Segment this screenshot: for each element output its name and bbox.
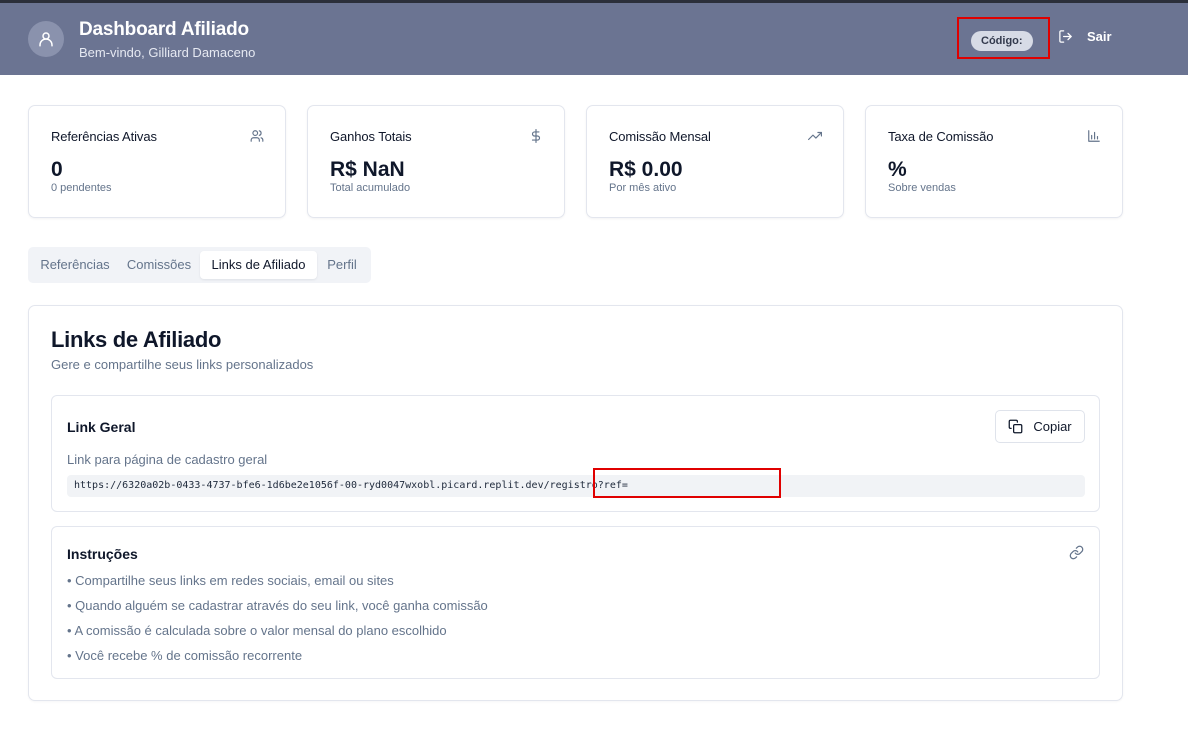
ref-param-highlight-box xyxy=(593,468,781,498)
stat-note: Por mês ativo xyxy=(609,182,677,194)
tab-comissoes[interactable]: Comissões xyxy=(120,251,198,279)
stat-value: R$ 0.00 xyxy=(609,158,683,181)
log-out-icon xyxy=(1059,30,1072,43)
general-link-title: Link Geral xyxy=(67,419,136,435)
stat-card-total-earnings: Ganhos Totais R$ NaN Total acumulado xyxy=(307,105,565,218)
copy-label: Copiar xyxy=(1033,419,1072,434)
stat-note: 0 pendentes xyxy=(51,182,112,194)
stat-label: Comissão Mensal xyxy=(609,129,711,144)
stat-label: Taxa de Comissão xyxy=(888,129,994,144)
affiliate-links-panel: Links de Afiliado Gere e compartilhe seu… xyxy=(28,305,1123,701)
user-icon xyxy=(39,32,53,47)
avatar xyxy=(28,21,64,57)
stat-label: Referências Ativas xyxy=(51,129,157,144)
stat-note: Sobre vendas xyxy=(888,182,956,194)
copy-icon xyxy=(1008,419,1023,434)
list-item: • A comissão é calculada sobre o valor m… xyxy=(67,623,447,638)
stat-card-monthly-commission: Comissão Mensal R$ 0.00 Por mês ativo xyxy=(586,105,844,218)
general-link-description: Link para página de cadastro geral xyxy=(67,452,268,467)
list-item: • Compartilhe seus links em redes sociai… xyxy=(67,573,394,588)
list-item: • Quando alguém se cadastrar através do … xyxy=(67,598,488,613)
instructions-list: • Compartilhe seus links em redes sociai… xyxy=(67,572,488,672)
stat-value: R$ NaN xyxy=(330,158,405,181)
tab-perfil[interactable]: Perfil xyxy=(319,251,365,279)
section-subtitle: Gere e compartilhe seus links personaliz… xyxy=(51,357,314,372)
link-icon xyxy=(1069,545,1084,560)
logout-button[interactable]: Sair xyxy=(1058,29,1112,44)
section-title: Links de Afiliado xyxy=(51,327,222,352)
bar-chart-icon xyxy=(1088,130,1100,142)
stat-label: Ganhos Totais xyxy=(330,129,412,144)
stat-value: 0 xyxy=(51,158,63,181)
tab-bar: Referências Comissões Links de Afiliado … xyxy=(28,247,371,283)
tab-referencias[interactable]: Referências xyxy=(32,251,118,279)
trending-up-icon xyxy=(808,131,822,141)
users-icon xyxy=(250,130,264,142)
stat-card-commission-rate: Taxa de Comissão % Sobre vendas xyxy=(865,105,1123,218)
general-link-card: Link Geral Copiar Link para página de ca… xyxy=(51,395,1100,512)
tab-links-de-afiliado[interactable]: Links de Afiliado xyxy=(200,251,317,279)
instructions-card: Instruções • Compartilhe seus links em r… xyxy=(51,526,1100,679)
page-title: Dashboard Afiliado xyxy=(79,19,249,40)
copy-button[interactable]: Copiar xyxy=(995,410,1085,443)
logout-label: Sair xyxy=(1087,29,1112,44)
welcome-text: Bem-vindo, Gilliard Damaceno xyxy=(79,45,256,60)
stat-card-active-referrals: Referências Ativas 0 0 pendentes xyxy=(28,105,286,218)
code-highlight-box xyxy=(957,17,1050,59)
affiliate-url-field[interactable]: https://6320a02b-0433-4737-bfe6-1d6be2e1… xyxy=(67,475,1085,497)
list-item: • Você recebe % de comissão recorrente xyxy=(67,648,303,663)
dollar-icon xyxy=(531,129,541,143)
stat-value: % xyxy=(888,158,907,181)
stat-note: Total acumulado xyxy=(330,182,411,194)
instructions-title: Instruções xyxy=(67,546,138,562)
